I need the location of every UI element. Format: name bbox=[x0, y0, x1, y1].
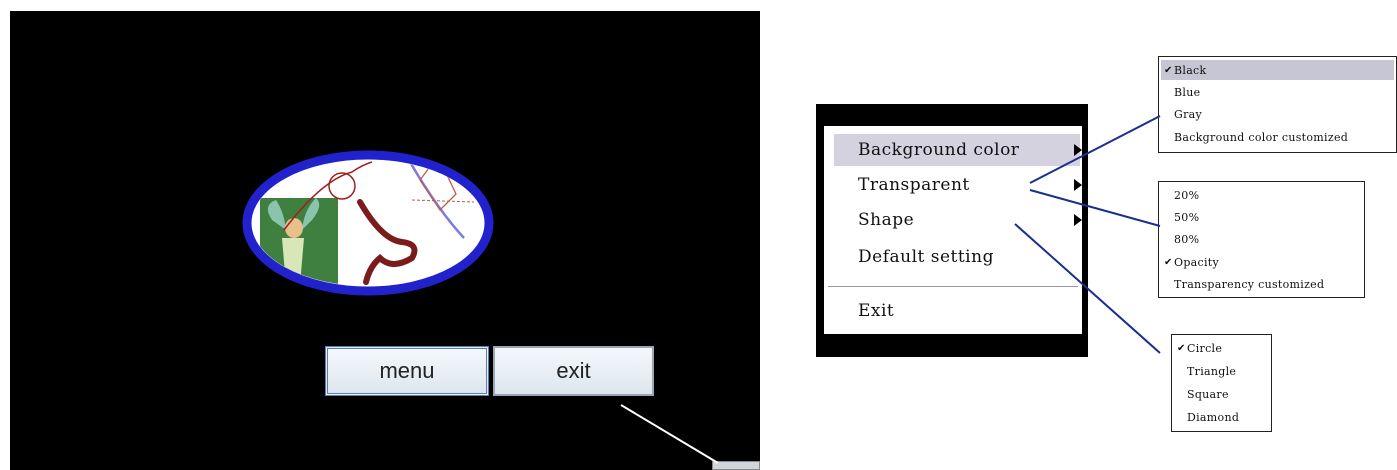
tray-icon[interactable] bbox=[712, 461, 760, 470]
menu-button[interactable]: menu bbox=[325, 346, 489, 396]
menu-item-transparent[interactable]: Transparent bbox=[834, 169, 1082, 201]
submenu-item-label: Blue bbox=[1174, 85, 1201, 99]
submenu-item-label: 80% bbox=[1174, 232, 1200, 246]
triangle-right-icon bbox=[1074, 144, 1082, 156]
submenu-item-gray[interactable]: Gray bbox=[1161, 104, 1394, 124]
submenu-item-label: Transparency customized bbox=[1174, 277, 1325, 291]
menu-item-label: Shape bbox=[858, 210, 915, 230]
menu-item-exit[interactable]: Exit bbox=[834, 295, 1080, 327]
submenu-item-80[interactable]: 80% bbox=[1161, 229, 1362, 249]
triangle-right-icon bbox=[1074, 214, 1082, 226]
check-icon: ✔ bbox=[1164, 256, 1173, 268]
submenu-item-label: Square bbox=[1187, 387, 1229, 401]
submenu-item-circle[interactable]: ✔ Circle bbox=[1174, 338, 1269, 358]
submenu-item-label: Background color customized bbox=[1174, 130, 1349, 144]
menu-item-background-color[interactable]: Background color bbox=[834, 134, 1082, 166]
context-menu-panel: Background color Transparent Shape Defau… bbox=[824, 126, 1082, 334]
submenu-item-opacity[interactable]: ✔ Opacity bbox=[1161, 252, 1362, 272]
check-icon: ✔ bbox=[1177, 342, 1186, 354]
submenu-item-label: 50% bbox=[1174, 210, 1200, 224]
submenu-item-black[interactable]: ✔ Black bbox=[1161, 60, 1394, 80]
submenu-item-diamond[interactable]: Diamond bbox=[1174, 407, 1269, 427]
submenu-background-color: ✔ Black Blue Gray Background color custo… bbox=[1158, 56, 1397, 153]
submenu-item-background-customized[interactable]: Background color customized bbox=[1161, 127, 1394, 147]
submenu-item-20[interactable]: 20% bbox=[1161, 185, 1362, 205]
submenu-item-blue[interactable]: Blue bbox=[1161, 82, 1394, 102]
submenu-item-triangle[interactable]: Triangle bbox=[1174, 361, 1269, 381]
submenu-item-label: Opacity bbox=[1174, 255, 1220, 269]
submenu-item-label: Black bbox=[1174, 63, 1207, 77]
oval-widget[interactable] bbox=[242, 150, 494, 296]
context-menu: Background color Transparent Shape Defau… bbox=[816, 104, 1088, 357]
menu-item-label: Background color bbox=[858, 140, 1020, 160]
menu-item-label: Default setting bbox=[858, 247, 994, 267]
submenu-item-label: Triangle bbox=[1187, 364, 1237, 378]
submenu-item-label: Circle bbox=[1187, 341, 1223, 355]
submenu-transparent: 20% 50% 80% ✔ Opacity Transparency custo… bbox=[1158, 181, 1365, 298]
menu-item-label: Exit bbox=[858, 301, 895, 321]
submenu-item-label: 20% bbox=[1174, 188, 1200, 202]
submenu-item-transparency-customized[interactable]: Transparency customized bbox=[1161, 274, 1362, 294]
submenu-item-square[interactable]: Square bbox=[1174, 384, 1269, 404]
submenu-item-label: Diamond bbox=[1187, 410, 1240, 424]
submenu-item-50[interactable]: 50% bbox=[1161, 207, 1362, 227]
exit-button[interactable]: exit bbox=[493, 346, 654, 396]
menu-item-default-setting[interactable]: Default setting bbox=[834, 241, 1080, 273]
menu-item-shape[interactable]: Shape bbox=[834, 204, 1082, 236]
submenu-item-label: Gray bbox=[1174, 107, 1203, 121]
submenu-shape: ✔ Circle Triangle Square Diamond bbox=[1171, 334, 1272, 432]
check-icon: ✔ bbox=[1164, 64, 1173, 76]
menu-item-label: Transparent bbox=[858, 175, 970, 195]
menu-separator bbox=[828, 286, 1078, 290]
triangle-right-icon bbox=[1074, 179, 1082, 191]
